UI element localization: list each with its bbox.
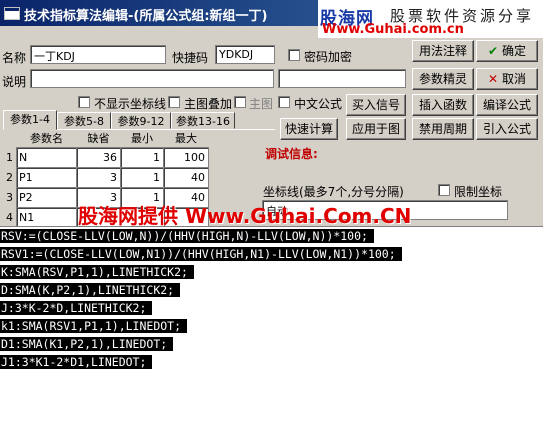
param-default-input[interactable]: 36 — [76, 147, 122, 168]
description-input[interactable] — [30, 69, 274, 88]
confirm-label: 确定 — [502, 44, 527, 58]
limit-axis-label: 限制坐标 — [454, 185, 503, 199]
window-icon — [4, 7, 20, 20]
cancel-label: 取消 — [502, 72, 527, 86]
confirm-button[interactable]: ✔ 确定 — [476, 40, 538, 62]
tab-params-5-8[interactable]: 参数5-8 — [57, 112, 111, 129]
quick-calc-button[interactable]: 快速计算 — [280, 118, 338, 140]
code-line-text: D:SMA(K,P2,1),LINETHICK2; — [0, 283, 181, 297]
cancel-button[interactable]: ✕ 取消 — [476, 68, 538, 90]
param-row-number: 2 — [6, 171, 14, 184]
param-row-number: 1 — [6, 151, 14, 164]
code-line: K:SMA(RSV,P1,1),LINETHICK2; — [0, 264, 543, 281]
param-default-input[interactable]: 3 — [76, 167, 122, 188]
close-icon: ✕ — [487, 72, 499, 86]
table-row: 2 P1 3 1 40 — [3, 167, 209, 188]
code-line-text: RSV1:=(CLOSE-LLV(LOW,N1))/(HHV(HIGH,N1)-… — [0, 247, 402, 261]
param-header-num — [3, 128, 17, 148]
code-line: k1:SMA(RSV1,P1,1),LINEDOT; — [0, 318, 543, 335]
main-chart-checkbox[interactable] — [234, 96, 246, 108]
checkmark-icon: ✔ — [487, 44, 499, 58]
table-row: 1 N 36 1 100 — [3, 147, 209, 168]
tab-params-1-4[interactable]: 参数1-4 — [3, 110, 57, 130]
param-name-input[interactable]: N — [16, 147, 78, 168]
hide-axis-checkbox[interactable] — [78, 96, 90, 108]
param-name-input[interactable]: P1 — [16, 167, 78, 188]
name-label: 名称 — [2, 51, 27, 65]
window-title: 技术指标算法编辑-(所属公式组:新组一丁) — [24, 9, 268, 24]
import-signal-button[interactable]: 买入信号 — [346, 94, 406, 116]
code-line-text: k1:SMA(RSV1,P1,1),LINEDOT; — [0, 319, 188, 333]
apply-to-chart-button[interactable]: 应用于图 — [346, 118, 406, 140]
param-header-max: 最大 — [175, 131, 198, 145]
tab-params-13-16[interactable]: 参数13-16 — [171, 112, 235, 129]
brand-banner: 股海网 股票软件资源分享 Www.Guhai.com.cn — [318, 0, 543, 38]
formula-editor[interactable]: RSV:=(CLOSE-LLV(LOW,N))/(HHV(HIGH,N)-LLV… — [0, 226, 543, 430]
password-label: 密码加密 — [304, 50, 353, 64]
chinese-formula-label: 中文公式 — [294, 97, 343, 111]
param-header-min: 最小 — [131, 131, 154, 145]
code-line-text: RSV:=(CLOSE-LLV(LOW,N))/(HHV(HIGH,N)-LLV… — [0, 229, 374, 243]
compile-formula-button[interactable]: 编译公式 — [476, 94, 538, 116]
code-line-text: J:3*K-2*D,LINETHICK2; — [0, 301, 153, 315]
code-line: D:SMA(K,P2,1),LINETHICK2; — [0, 282, 543, 299]
watermark-text: 股海网提供 Www.Guhai.Com.CN — [78, 204, 412, 228]
shortcut-label: 快捷码 — [172, 51, 209, 65]
code-line: RSV:=(CLOSE-LLV(LOW,N))/(HHV(HIGH,N)-LLV… — [0, 228, 543, 245]
import-formula-button[interactable]: 引入公式 — [476, 118, 538, 140]
disable-period-button[interactable]: 禁用周期 — [412, 118, 474, 140]
code-line: D1:SMA(K1,P2,1),LINEDOT; — [0, 336, 543, 353]
limit-axis-checkbox[interactable] — [438, 184, 450, 196]
password-checkbox[interactable] — [288, 49, 300, 61]
main-chart-label: 主图 — [249, 97, 274, 111]
code-line: RSV1:=(CLOSE-LLV(LOW,N1))/(HHV(HIGH,N1)-… — [0, 246, 543, 263]
use-note-button[interactable]: 用法注释 — [412, 40, 474, 62]
param-wizard-button[interactable]: 参数精灵 — [412, 68, 474, 90]
main-overlay-checkbox[interactable] — [168, 96, 180, 108]
param-min-input[interactable]: 1 — [120, 167, 165, 188]
code-line-text: K:SMA(RSV,P1,1),LINETHICK2; — [0, 265, 194, 279]
param-min-input[interactable]: 1 — [120, 147, 165, 168]
param-max-input[interactable]: 100 — [163, 147, 209, 168]
debug-info-label: 调试信息: — [265, 147, 318, 161]
name-input[interactable]: 一丁KDJ — [30, 45, 166, 64]
code-line-text: J1:3*K1-2*D1,LINEDOT; — [0, 355, 153, 369]
chinese-formula-checkbox[interactable] — [278, 96, 290, 108]
insert-function-button[interactable]: 插入函数 — [412, 94, 474, 116]
param-max-input[interactable]: 40 — [163, 167, 209, 188]
main-overlay-label: 主图叠加 — [184, 97, 233, 111]
param-row-number: 3 — [6, 191, 14, 204]
param-header-name: 参数名 — [30, 131, 64, 145]
shortcut-input[interactable]: YDKDJ — [215, 45, 275, 64]
brand-url: Www.Guhai.com.cn — [322, 22, 464, 37]
description-extra-input[interactable] — [278, 69, 406, 88]
description-label: 说明 — [2, 75, 27, 89]
code-line-text: D1:SMA(K1,P2,1),LINEDOT; — [0, 337, 174, 351]
code-line: J1:3*K1-2*D1,LINEDOT; — [0, 354, 543, 371]
axis-lines-label: 坐标线(最多7个,分号分隔) — [263, 185, 404, 199]
tab-params-9-12[interactable]: 参数9-12 — [111, 112, 171, 129]
param-header-row: 参数名 缺省 最小 最大 — [3, 128, 209, 148]
param-row-number: 4 — [6, 211, 14, 224]
param-name-input[interactable]: N1 — [16, 207, 78, 228]
code-line: J:3*K-2*D,LINETHICK2; — [0, 300, 543, 317]
param-header-default: 缺省 — [87, 131, 110, 145]
hide-axis-label: 不显示坐标线 — [94, 97, 167, 111]
param-name-input[interactable]: P2 — [16, 187, 78, 208]
